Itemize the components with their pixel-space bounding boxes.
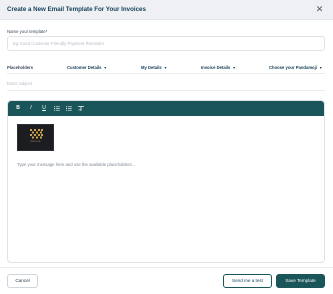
close-icon[interactable]: ✕: [315, 5, 324, 14]
dialog-title: Create a New Email Template For Your Inv…: [7, 6, 146, 13]
company-logo-image: INVOICE: [17, 124, 54, 151]
template-name-label: Name your template*: [7, 29, 48, 34]
my-details-dropdown[interactable]: My Details ▼: [141, 65, 167, 70]
send-test-button[interactable]: Send me a test: [223, 274, 272, 288]
logo-pattern-icon: [30, 129, 43, 139]
subject-input[interactable]: [7, 77, 325, 91]
bulleted-list-icon[interactable]: [53, 105, 61, 112]
clear-format-icon[interactable]: [77, 105, 85, 112]
message-editor[interactable]: B I U INVOICE Type your message here and…: [7, 100, 325, 263]
invoice-details-dropdown[interactable]: Invoice Details ▼: [201, 65, 236, 70]
numbered-list-icon[interactable]: [65, 105, 73, 112]
pandamoji-dropdown[interactable]: Choose your Pandamoji ▼: [269, 65, 322, 70]
placeholders-label: Placeholders: [7, 65, 34, 70]
cancel-button[interactable]: Cancel: [7, 274, 38, 288]
dropdown-label: My Details: [141, 65, 162, 70]
placeholders-row: Placeholders Customer Details ▼ My Detail…: [7, 61, 325, 74]
footer-divider: [0, 267, 333, 268]
dropdown-label: Invoice Details: [201, 65, 231, 70]
logo-text: INVOICE: [30, 141, 41, 143]
message-body-placeholder[interactable]: Type your message here and use the avail…: [17, 162, 135, 167]
dropdown-label: Customer Details: [67, 65, 102, 70]
dropdown-label: Choose your Pandamoji: [269, 65, 317, 70]
bold-icon[interactable]: B: [14, 105, 22, 112]
italic-icon[interactable]: I: [27, 105, 35, 112]
caret-down-icon: ▼: [163, 66, 168, 70]
dialog-header: Create a New Email Template For Your Inv…: [0, 0, 333, 20]
caret-down-icon: ▼: [318, 66, 323, 70]
caret-down-icon: ▼: [232, 66, 236, 70]
caret-down-icon: ▼: [103, 66, 107, 70]
underline-icon[interactable]: U: [40, 105, 48, 112]
save-template-button[interactable]: Save Template: [276, 274, 325, 288]
template-name-input[interactable]: [7, 36, 325, 51]
customer-details-dropdown[interactable]: Customer Details ▼: [67, 65, 107, 70]
editor-toolbar: B I U: [8, 101, 324, 116]
